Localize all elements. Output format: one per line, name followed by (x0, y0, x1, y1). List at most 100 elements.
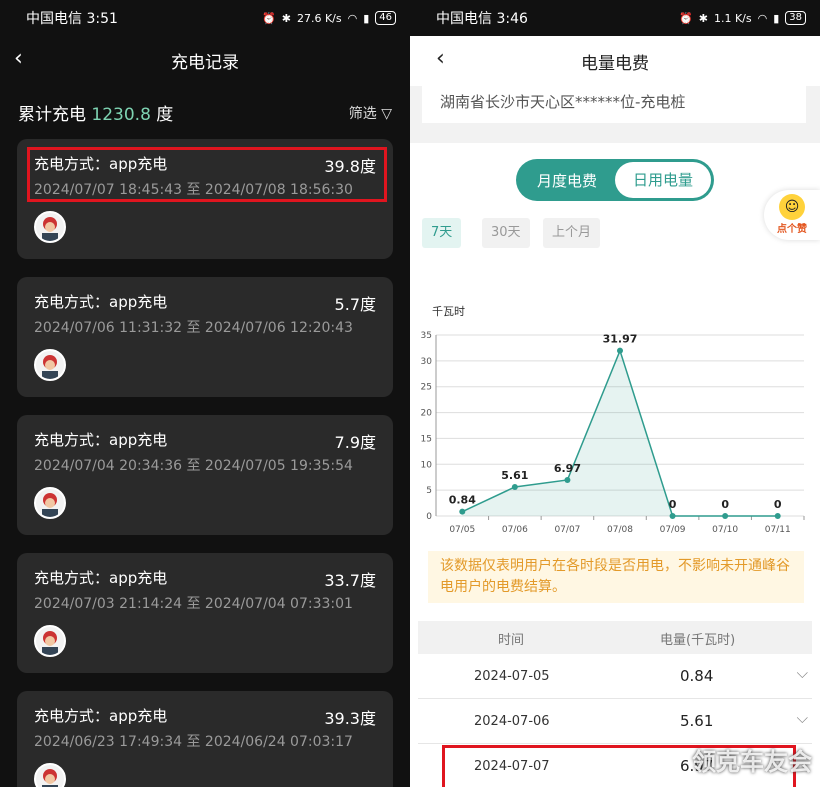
total-value: 1230.8 (91, 105, 151, 125)
nav-bar: ‹ 电量电费 (410, 36, 820, 86)
data-label: 5.61 (501, 469, 528, 482)
table-row[interactable]: 2024-07-05 0.84 ⌵ (418, 654, 812, 699)
avatar (34, 625, 66, 657)
range-7d[interactable]: 7天 (422, 218, 462, 248)
row-value: 0.84 (680, 667, 714, 685)
table-row[interactable]: 2024-07-06 5.61 ⌵ (418, 699, 812, 744)
left-screen: 中国电信 3:51 ⏰ ✱ 27.6 K/s ◠ ▮ 46 ‹ 充电记录 累计充… (0, 0, 410, 787)
y-tick-label: 0 (426, 512, 432, 522)
row-date: 2024-07-05 (474, 669, 550, 684)
table-header: 时间 电量(千瓦时) (418, 621, 812, 654)
alarm-icon: ⏰ (262, 11, 276, 25)
notice-box: 该数据仅表明用户在各时段是否用电，不影响未开通峰谷电用户的电费结算。 (428, 551, 804, 603)
y-tick-label: 25 (421, 383, 432, 393)
record-energy: 33.7度 (324, 571, 376, 590)
right-screen: 中国电信 3:46 ⏰ ✱ 1.1 K/s ◠ ▮ 38 ‹ 电量电费 湖南省长… (410, 0, 820, 787)
record-method: 充电方式：app充电 (34, 293, 168, 311)
like-button[interactable]: ☺ 点个赞 (764, 190, 820, 240)
record-energy: 5.7度 (334, 295, 376, 314)
y-tick-label: 30 (421, 357, 433, 367)
back-icon[interactable]: ‹ (436, 46, 445, 71)
network-speed: 1.1 K/s (713, 11, 752, 25)
carrier-time: 中国电信 3:51 (26, 11, 118, 27)
record-time: 2024/07/06 11:31:32 至 2024/07/06 12:20:4… (34, 320, 353, 336)
data-label: 6.97 (554, 462, 581, 475)
watermark: 领克车友会 (692, 748, 812, 776)
record-card[interactable]: 充电方式：app充电 39.3度 2024/06/23 17:49:34 至 2… (17, 691, 393, 787)
smile-icon: ☺ (779, 194, 805, 220)
header-time: 时间 (498, 633, 525, 648)
status-bar: 中国电信 3:46 ⏰ ✱ 1.1 K/s ◠ ▮ 38 (410, 0, 820, 36)
battery-icon: 38 (785, 11, 806, 25)
page-title: 电量电费 (581, 53, 649, 74)
signal-icon: ▮ (773, 11, 780, 25)
filter-label: 筛选 (348, 106, 377, 122)
tab-monthly-fee[interactable]: 月度电费 (519, 170, 615, 191)
row-value: 5.61 (680, 712, 714, 730)
filter-icon: ▽ (381, 106, 392, 122)
data-point (459, 508, 466, 515)
data-point (774, 513, 781, 519)
data-label: 0 (774, 498, 782, 511)
record-method: 充电方式：app充电 (34, 431, 168, 449)
data-point (722, 513, 729, 519)
data-label: 31.97 (603, 333, 638, 346)
filter-button[interactable]: 筛选 ▽ (349, 103, 392, 123)
total-charge: 累计充电 1230.8 度 (18, 100, 173, 125)
record-time: 2024/06/23 17:49:34 至 2024/06/24 07:03:1… (34, 734, 353, 750)
x-tick-label: 07/10 (712, 525, 738, 533)
status-bar: 中国电信 3:51 ⏰ ✱ 27.6 K/s ◠ ▮ 46 (0, 0, 410, 36)
series-area (462, 350, 778, 516)
chevron-down-icon[interactable]: ⌵ (797, 664, 808, 682)
wifi-icon: ◠ (757, 11, 768, 25)
avatar (34, 763, 66, 787)
y-tick-label: 5 (426, 486, 432, 496)
record-energy: 39.3度 (324, 709, 376, 728)
alarm-icon: ⏰ (679, 11, 693, 25)
like-label: 点个赞 (777, 224, 807, 235)
record-card[interactable]: 充电方式：app充电 33.7度 2024/07/03 21:14:24 至 2… (17, 553, 393, 673)
total-label: 累计充电 (18, 105, 86, 125)
chevron-down-icon[interactable]: ⌵ (797, 709, 808, 727)
y-axis-label: 千瓦时 (432, 305, 465, 318)
tab-daily-energy[interactable]: 日用电量 (615, 162, 711, 198)
wifi-icon: ◠ (347, 11, 358, 25)
record-card[interactable]: 充电方式：app充电 7.9度 2024/07/04 20:34:36 至 20… (17, 415, 393, 535)
mode-toggle[interactable]: 月度电费 日用电量 (516, 159, 714, 201)
nav-bar: ‹ 充电记录 (0, 36, 410, 84)
avatar (34, 211, 66, 243)
bluetooth-icon: ✱ (698, 11, 708, 25)
battery-icon: 46 (375, 11, 396, 25)
row-date: 2024-07-06 (474, 714, 550, 729)
carrier-time: 中国电信 3:46 (436, 11, 528, 27)
x-tick-label: 07/07 (554, 525, 580, 533)
avatar (34, 349, 66, 381)
data-point (564, 476, 571, 483)
record-card[interactable]: 充电方式：app充电 5.7度 2024/07/06 11:31:32 至 20… (17, 277, 393, 397)
data-label: 0.84 (449, 494, 476, 507)
back-icon[interactable]: ‹ (14, 46, 23, 71)
range-30d[interactable]: 30天 (482, 218, 530, 248)
total-unit: 度 (156, 105, 174, 125)
main-panel: 月度电费 日用电量 7天 30天 上个月 千瓦时 0 5 10 15 20 25 30 35 0… (410, 143, 820, 787)
range-last-month[interactable]: 上个月 (543, 218, 601, 248)
record-method: 充电方式：app充电 (34, 569, 168, 587)
status-icons: ⏰ ✱ 27.6 K/s ◠ ▮ 46 (262, 11, 396, 25)
network-speed: 27.6 K/s (296, 11, 342, 25)
x-tick-label: 07/06 (502, 525, 528, 533)
x-tick-label: 07/05 (449, 525, 475, 533)
record-time: 2024/07/03 21:14:24 至 2024/07/04 07:33:0… (34, 596, 353, 612)
data-point (511, 483, 518, 490)
record-energy: 7.9度 (334, 433, 376, 452)
page-title: 充电记录 (171, 52, 239, 73)
data-point (669, 513, 676, 519)
data-point (617, 347, 623, 354)
avatar (34, 487, 66, 519)
record-time: 2024/07/04 20:34:36 至 2024/07/05 19:35:5… (34, 458, 353, 474)
x-tick-label: 07/11 (765, 525, 791, 533)
daily-energy-chart: 0 5 10 15 20 25 30 35 07/05 07/06 07/07 07/08 07/09 0… (421, 331, 805, 533)
signal-icon: ▮ (363, 11, 370, 25)
data-label: 0 (721, 498, 729, 511)
x-tick-label: 07/08 (607, 525, 633, 533)
highlight-box (27, 147, 387, 202)
